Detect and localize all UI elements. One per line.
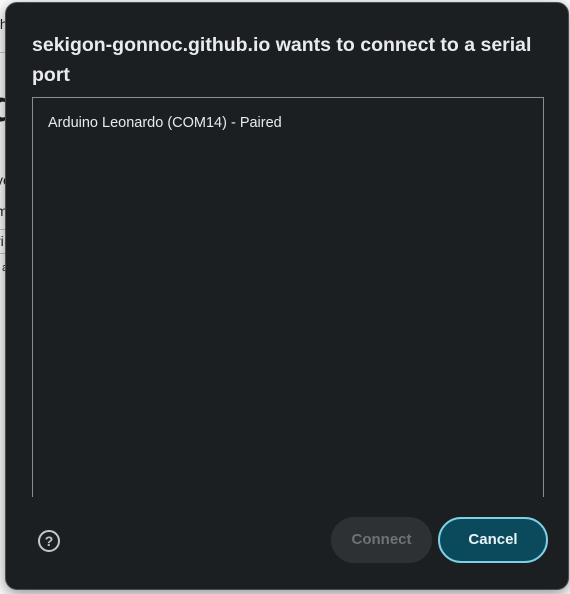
connect-button[interactable]: Connect [331, 517, 432, 563]
background-text: ri [0, 233, 4, 249]
serial-port-dialog: sekigon-gonnoc.github.io wants to connec… [5, 2, 569, 590]
port-list[interactable]: Arduino Leonardo (COM14) - Paired [32, 97, 544, 497]
port-list-item[interactable]: Arduino Leonardo (COM14) - Paired [48, 115, 282, 131]
dialog-title: sekigon-gonnoc.github.io wants to connec… [32, 34, 532, 86]
cancel-button[interactable]: Cancel [438, 517, 548, 563]
help-circle-icon[interactable]: ? [38, 530, 60, 552]
